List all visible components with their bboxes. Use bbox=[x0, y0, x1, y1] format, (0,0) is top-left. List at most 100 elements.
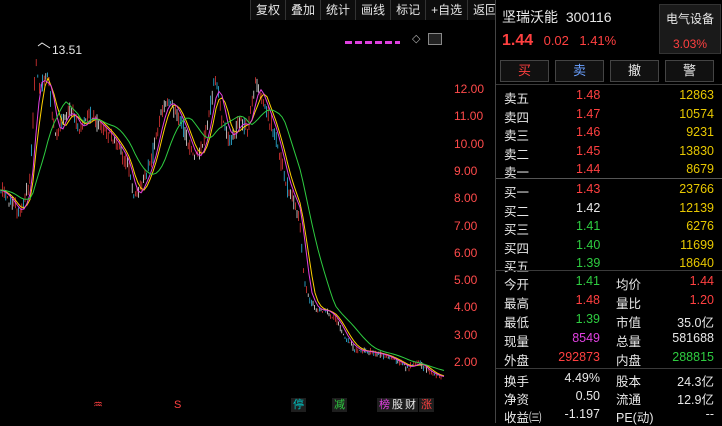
toolbar-button-4[interactable]: 标记 bbox=[390, 0, 426, 20]
divider bbox=[496, 84, 722, 85]
sector-name: 电气设备 bbox=[665, 12, 714, 26]
y-tick-label: 4.00 bbox=[454, 300, 478, 315]
stat-row: 最高 1.48 量比 1.20 bbox=[496, 291, 722, 311]
stat-label: 外盘 bbox=[504, 354, 530, 368]
fund-value: 0.50 bbox=[575, 389, 600, 403]
ma-line-green bbox=[0, 101, 445, 371]
y-tick-label: 11.00 bbox=[454, 109, 484, 124]
y-tick-label: 9.00 bbox=[454, 163, 478, 178]
stock-code: 300116 bbox=[565, 9, 612, 25]
toolbar-button-0[interactable]: 复权 bbox=[250, 0, 286, 20]
cancel-order-button[interactable]: 撤 bbox=[610, 60, 659, 82]
orderbook-row[interactable]: 卖五 1.48 12863 bbox=[496, 86, 722, 106]
event-marker[interactable]: 财 bbox=[403, 398, 418, 412]
orderbook-volume: 6276 bbox=[686, 219, 714, 233]
y-tick-label: 5.00 bbox=[454, 273, 478, 288]
stat-value: 292873 bbox=[558, 350, 600, 364]
stat-label: 内盘 bbox=[616, 354, 642, 368]
y-tick-label: 2.00 bbox=[454, 355, 478, 369]
y-tick-label: 3.00 bbox=[454, 327, 478, 342]
price-change-pct: 1.41% bbox=[579, 33, 617, 48]
orderbook-volume: 13830 bbox=[679, 143, 714, 158]
stat-value: 1.48 bbox=[575, 293, 600, 307]
stat-value: 1.44 bbox=[689, 274, 714, 288]
orderbook-row[interactable]: 买三 1.41 6276 bbox=[496, 217, 722, 237]
current-price: 1.44 bbox=[502, 32, 534, 49]
event-marker[interactable]: S bbox=[172, 398, 183, 412]
divider bbox=[496, 270, 722, 271]
orderbook-row[interactable]: 买四 1.40 11699 bbox=[496, 236, 722, 256]
peak-pointer bbox=[37, 42, 51, 49]
orderbook-row[interactable]: 卖四 1.47 10574 bbox=[496, 105, 722, 125]
price-change: 0.02 bbox=[543, 33, 569, 48]
orderbook-row[interactable]: 卖二 1.45 13830 bbox=[496, 142, 722, 162]
event-marker[interactable]: 减 bbox=[332, 398, 347, 412]
orderbook-volume: 10574 bbox=[679, 106, 714, 121]
fund-label: 收益㈢ bbox=[504, 411, 542, 425]
orderbook-volume: 9231 bbox=[686, 125, 714, 139]
y-tick-label: 8.00 bbox=[454, 191, 478, 206]
y-tick-label: 12.00 bbox=[454, 82, 485, 96]
orderbook-price: 1.46 bbox=[576, 125, 601, 139]
sector-change: 3.03% bbox=[672, 37, 708, 51]
divider bbox=[496, 178, 722, 179]
fund-value: -- bbox=[705, 407, 714, 421]
fund-label: PE(动) bbox=[616, 411, 654, 425]
orderbook-row[interactable]: 买一 1.43 23766 bbox=[496, 180, 722, 200]
fund-value: -1.197 bbox=[564, 407, 600, 421]
stat-row: 最低 1.39 市值 35.0亿 bbox=[496, 310, 722, 330]
toolbar-button-5[interactable]: +自选 bbox=[425, 0, 468, 20]
orderbook-price: 1.39 bbox=[576, 256, 601, 270]
orderbook-price: 1.48 bbox=[576, 88, 601, 102]
fund-row: 净资 0.50 流通 12.9亿 bbox=[496, 387, 722, 407]
fund-value: 4.49% bbox=[564, 371, 600, 385]
stat-row: 现量 8549 总量 581688 bbox=[496, 329, 722, 349]
orderbook-volume: 12139 bbox=[679, 200, 714, 215]
alert-button[interactable]: 警 bbox=[665, 60, 714, 82]
orderbook-price: 1.45 bbox=[576, 143, 601, 158]
candles bbox=[0, 59, 442, 380]
orderbook-price: 1.47 bbox=[576, 106, 601, 121]
sell-button[interactable]: 卖 bbox=[555, 60, 604, 82]
toolbar-button-3[interactable]: 画线 bbox=[355, 0, 391, 20]
event-marker[interactable]: 涨 bbox=[419, 398, 434, 412]
event-marker[interactable]: 停 bbox=[291, 398, 306, 412]
orderbook-price: 1.42 bbox=[576, 200, 601, 215]
y-tick-label: 10.00 bbox=[454, 136, 485, 151]
toolbar-button-2[interactable]: 统计 bbox=[320, 0, 356, 20]
orderbook-price: 1.43 bbox=[576, 182, 601, 196]
y-tick-label: 6.00 bbox=[454, 245, 478, 260]
event-marker[interactable]: ♒ bbox=[91, 398, 105, 412]
orderbook-volume: 8679 bbox=[686, 162, 714, 176]
stat-value: 581688 bbox=[672, 331, 714, 345]
stat-value: 288815 bbox=[672, 350, 714, 364]
kline-chart[interactable] bbox=[0, 0, 495, 423]
stock-header: 坚瑞沃能 300116 bbox=[502, 7, 612, 27]
buy-button[interactable]: 买 bbox=[500, 60, 549, 82]
price-line: 1.44 0.02 1.41% bbox=[502, 32, 616, 50]
fund-row: 收益㈢ -1.197 PE(动) -- bbox=[496, 405, 722, 425]
diamond-icon[interactable]: ◇ bbox=[412, 32, 420, 45]
orderbook-row[interactable]: 卖一 1.44 8679 bbox=[496, 160, 722, 180]
orderbook-volume: 11699 bbox=[680, 237, 714, 252]
orderbook-row[interactable]: 卖三 1.46 9231 bbox=[496, 123, 722, 143]
chart-toolbar: 复权 叠加 统计 画线 标记 +自选 返回 bbox=[250, 0, 503, 20]
stat-value: 1.39 bbox=[575, 312, 600, 326]
orderbook-price: 1.40 bbox=[576, 237, 601, 252]
toolbar-button-1[interactable]: 叠加 bbox=[285, 0, 321, 20]
peak-price-label: 13.51 bbox=[52, 43, 83, 57]
stat-row: 外盘 292873 内盘 288815 bbox=[496, 348, 722, 368]
stat-value: 8549 bbox=[572, 331, 600, 345]
orderbook-price: 1.41 bbox=[576, 219, 601, 233]
orderbook-price: 1.44 bbox=[576, 162, 601, 176]
sector-box[interactable]: 电气设备 3.03% bbox=[659, 4, 721, 54]
orderbook-volume: 23766 bbox=[679, 182, 714, 196]
orderbook-volume: 12863 bbox=[679, 88, 714, 102]
legend-dash-magenta bbox=[345, 41, 400, 44]
y-tick-label: 7.00 bbox=[454, 218, 478, 233]
fund-row: 换手 4.49% 股本 24.3亿 bbox=[496, 369, 722, 389]
orderbook-row[interactable]: 买二 1.42 12139 bbox=[496, 199, 722, 219]
toggle-box-icon[interactable] bbox=[428, 33, 442, 45]
stock-name: 坚瑞沃能 bbox=[502, 9, 558, 25]
kline-chart-area[interactable]: 12.00 11.00 10.00 9.00 8.00 7.00 6.00 5.00 4.00 3… bbox=[0, 0, 495, 423]
